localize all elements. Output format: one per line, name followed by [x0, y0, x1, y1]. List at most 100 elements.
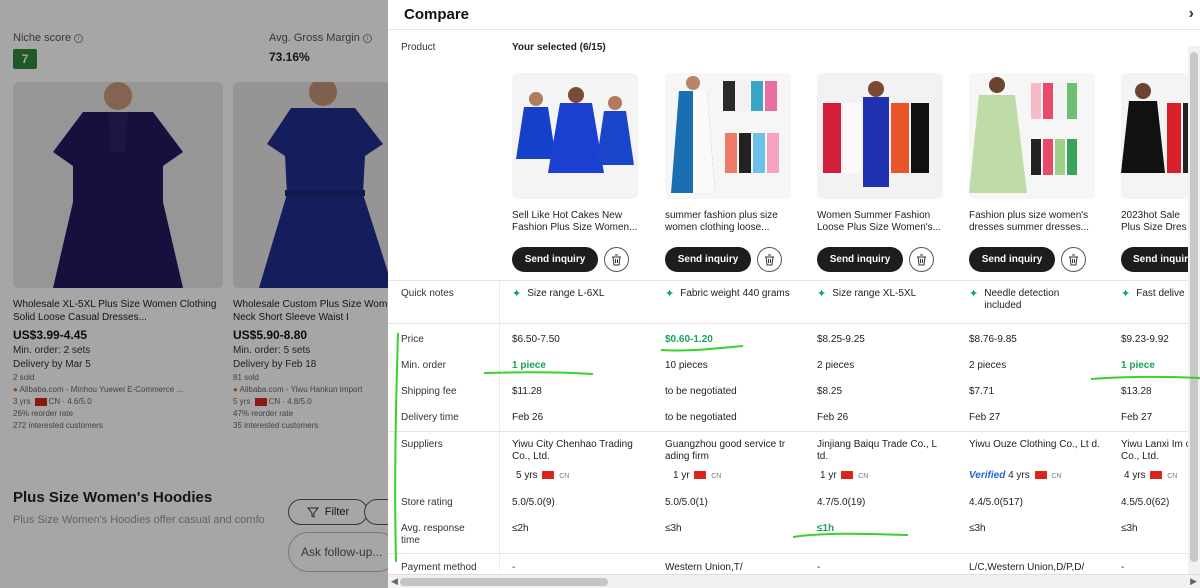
response-time-value: ≤3h	[1121, 523, 1138, 534]
supplier-name[interactable]: Guangzhou good service tr ading firm	[665, 439, 797, 463]
trash-icon	[765, 254, 774, 265]
row-label-delivery: Delivery time	[401, 412, 459, 423]
trash-icon	[612, 254, 621, 265]
row-label-price: Price	[401, 334, 424, 345]
delivery-value: Feb 26	[512, 412, 544, 423]
row-label-store-rating: Store rating	[401, 497, 453, 508]
quick-note: ✦ Needle detection included	[969, 288, 1060, 311]
horizontal-scrollbar[interactable]: ◀ ▶	[388, 574, 1200, 588]
delivery-value: to be negotiated	[665, 412, 737, 423]
delete-button[interactable]	[757, 247, 782, 272]
scrollbar-thumb[interactable]	[400, 578, 608, 586]
supplier-years: 1 yr CN	[673, 470, 722, 481]
china-flag-icon	[694, 471, 707, 480]
verified-badge: Verified	[969, 470, 1006, 481]
delivery-value: Feb 26	[817, 412, 849, 423]
send-inquiry-button[interactable]: Send inquiry	[665, 247, 751, 272]
send-inquiry-button[interactable]: Send inquiry	[969, 247, 1055, 272]
row-label-shipping: Shipping fee	[401, 386, 457, 397]
sparkle-icon: ✦	[512, 288, 522, 300]
price-value: $8.76-9.85	[969, 334, 1017, 345]
quick-note: ✦ Fabric weight 440 grams	[665, 288, 790, 300]
row-label-payment: Payment method	[401, 562, 477, 573]
response-time-value: ≤3h	[969, 523, 986, 534]
supplier-years: 1 yr CN	[820, 470, 869, 481]
row-divider	[388, 323, 1188, 324]
compare-panel: Compare › Product Your selected (6/15) S…	[388, 0, 1200, 588]
store-rating-value: 4.5/5.0(62)	[1121, 497, 1170, 508]
supplier-name[interactable]: Jinjiang Baiqu Trade Co., L td.	[817, 439, 949, 463]
price-value: $9.23-9.92	[1121, 334, 1169, 345]
row-divider	[388, 280, 1188, 281]
product-title[interactable]: Fashion plus size women's dresses summer…	[969, 210, 1099, 234]
shipping-value: $11.28	[512, 386, 542, 397]
compare-header: Compare ›	[388, 0, 1200, 30]
row-label-min-order: Min. order	[401, 360, 447, 371]
payment-value: Western Union,T/	[665, 562, 743, 573]
compare-title: Compare	[404, 6, 470, 23]
min-order-value: 2 pieces	[969, 360, 1007, 371]
scroll-left-icon[interactable]: ◀	[391, 576, 398, 587]
row-divider	[388, 553, 1188, 554]
store-rating-value: 5.0/5.0(9)	[512, 497, 555, 508]
row-label-response-time: Avg. response time	[401, 523, 465, 546]
min-order-value: 1 piece	[512, 360, 546, 371]
scrollbar-thumb[interactable]	[1190, 52, 1198, 562]
supplier-years: Verified 4 yrs CN	[969, 470, 1062, 481]
shipping-value: $13.28	[1121, 386, 1152, 397]
min-order-value: 2 pieces	[817, 360, 855, 371]
product-title[interactable]: summer fashion plus size women clothing …	[665, 210, 795, 234]
sparkle-icon: ✦	[1121, 288, 1131, 300]
scroll-right-icon[interactable]: ▶	[1190, 576, 1197, 587]
delivery-value: Feb 27	[1121, 412, 1153, 423]
response-time-value: ≤3h	[665, 523, 682, 534]
product-title[interactable]: Sell Like Hot Cakes New Fashion Plus Siz…	[512, 210, 642, 234]
delete-button[interactable]	[1061, 247, 1086, 272]
payment-value: L/C,Western Union,D/P,D/	[969, 562, 1085, 573]
sparkle-icon: ✦	[969, 288, 979, 300]
send-inquiry-button[interactable]: Send inquiry	[817, 247, 903, 272]
delete-button[interactable]	[909, 247, 934, 272]
supplier-years: 4 yrs CN	[1124, 470, 1178, 481]
row-divider	[388, 431, 1188, 432]
close-chevron-icon[interactable]: ›	[1189, 5, 1194, 23]
send-inquiry-button[interactable]: Send inquiry	[512, 247, 598, 272]
send-inquiry-button[interactable]: Send inquiry	[1121, 247, 1191, 272]
supplier-name[interactable]: Yiwu Ouze Clothing Co., Lt d.	[969, 439, 1101, 451]
trash-icon	[917, 254, 926, 265]
shipping-value: to be negotiated	[665, 386, 737, 397]
delivery-value: Feb 27	[969, 412, 1001, 423]
row-label-quick-notes: Quick notes	[401, 288, 454, 299]
store-rating-value: 4.4/5.0(517)	[969, 497, 1023, 508]
product-photo	[817, 73, 943, 199]
shipping-value: $8.25	[817, 386, 843, 397]
store-rating-value: 4.7/5.0(19)	[817, 497, 866, 508]
product-image[interactable]	[817, 73, 943, 199]
price-value: $8.25-9.25	[817, 334, 865, 345]
min-order-value: 10 pieces	[665, 360, 708, 371]
supplier-years: 5 yrs CN	[516, 470, 570, 481]
vertical-scrollbar[interactable]	[1188, 46, 1200, 574]
row-label-suppliers: Suppliers	[401, 439, 443, 450]
delete-button[interactable]	[604, 247, 629, 272]
product-title[interactable]: Women Summer Fashion Loose Plus Size Wom…	[817, 210, 947, 234]
row-label-product: Product	[401, 42, 436, 53]
min-order-value: 1 piece	[1121, 360, 1155, 371]
product-image[interactable]	[969, 73, 1095, 199]
china-flag-icon	[542, 471, 555, 480]
product-image[interactable]	[512, 73, 638, 199]
payment-value: -	[1121, 562, 1125, 573]
selected-count: Your selected (6/15)	[512, 42, 606, 53]
price-value: $6.50-7.50	[512, 334, 560, 345]
shipping-value: $7.71	[969, 386, 995, 397]
store-rating-value: 5.0/5.0(1)	[665, 497, 708, 508]
product-photo	[969, 73, 1095, 199]
payment-value: -	[817, 562, 821, 573]
response-time-value: ≤2h	[512, 523, 529, 534]
supplier-name[interactable]: Yiwu City Chenhao Trading Co., Ltd.	[512, 439, 644, 463]
product-image[interactable]	[665, 73, 791, 199]
china-flag-icon	[1034, 471, 1047, 480]
response-time-value: ≤1h	[817, 523, 835, 534]
product-photo	[665, 73, 791, 199]
quick-note: ✦ Size range XL-5XL	[817, 288, 917, 300]
